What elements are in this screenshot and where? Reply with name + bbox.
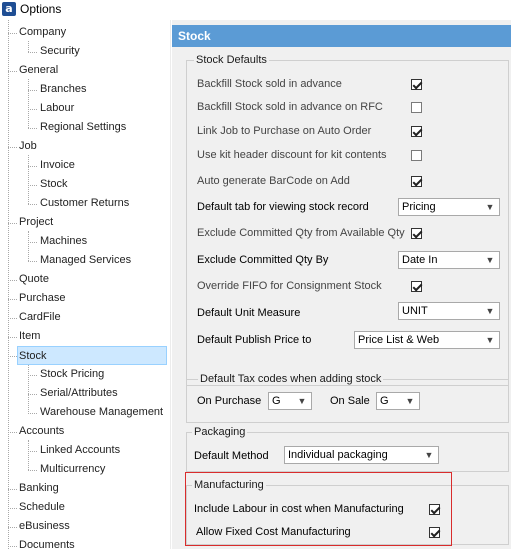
default-method-label: Default Method: [194, 450, 269, 462]
link-job-checkbox[interactable]: [411, 126, 422, 137]
tree-item-labour[interactable]: Labour: [40, 99, 74, 118]
panel-header: Stock: [172, 25, 511, 47]
backfill-checkbox[interactable]: [411, 79, 422, 90]
backfill-label: Backfill Stock sold in advance: [197, 78, 342, 90]
chevron-down-icon: ▼: [405, 396, 415, 406]
tree-item-schedule[interactable]: Schedule: [19, 498, 65, 517]
tree-item-security[interactable]: Security: [40, 42, 80, 61]
backfill-rfc-checkbox[interactable]: [411, 102, 422, 113]
tree-item-item[interactable]: Item: [19, 327, 40, 346]
tree-item-stock[interactable]: Stock: [17, 346, 167, 365]
override-fifo-label: Override FIFO for Consignment Stock: [197, 280, 382, 292]
tree-item-customer-returns[interactable]: Customer Returns: [40, 194, 129, 213]
on-sale-dropdown[interactable]: G ▼: [376, 392, 420, 410]
backfill-rfc-label: Backfill Stock sold in advance on RFC: [197, 101, 383, 113]
publish-price-label: Default Publish Price to: [197, 334, 312, 346]
tree-item-documents[interactable]: Documents: [19, 536, 75, 549]
tree-item-quote[interactable]: Quote: [19, 270, 49, 289]
default-method-dropdown[interactable]: Individual packaging ▼: [284, 446, 439, 464]
tree-item-accounts[interactable]: Accounts: [19, 422, 64, 441]
tree-item-invoice[interactable]: Invoice: [40, 156, 75, 175]
tax-codes-title: Default Tax codes when adding stock: [198, 373, 384, 385]
exclude-committed-checkbox[interactable]: [411, 228, 422, 239]
tree-item-purchase[interactable]: Purchase: [19, 289, 65, 308]
tree-item-stock-pricing[interactable]: Stock Pricing: [40, 365, 104, 384]
on-purchase-dropdown[interactable]: G ▼: [268, 392, 312, 410]
settings-panel: Stock Stock Defaults Backfill Stock sold…: [172, 20, 511, 549]
tree-item-branches[interactable]: Branches: [40, 80, 86, 99]
on-sale-label: On Sale: [330, 395, 370, 407]
tree-item-banking[interactable]: Banking: [19, 479, 59, 498]
chevron-down-icon: ▼: [424, 450, 434, 460]
tree-item-serial-attributes[interactable]: Serial/Attributes: [40, 384, 118, 403]
exclude-by-label: Exclude Committed Qty By: [197, 254, 329, 266]
exclude-committed-label: Exclude Committed Qty from Available Qty: [197, 227, 405, 239]
manufacturing-highlight-box: [185, 472, 452, 546]
tree-item-job[interactable]: Job: [19, 137, 37, 156]
packaging-title: Packaging: [192, 426, 248, 438]
default-tab-dropdown[interactable]: Pricing ▼: [398, 198, 500, 216]
tree-item-regional-settings[interactable]: Regional Settings: [40, 118, 126, 137]
tree-item-machines[interactable]: Machines: [40, 232, 87, 251]
unit-measure-label: Default Unit Measure: [197, 307, 301, 319]
window-title: Options: [20, 2, 62, 16]
link-job-label: Link Job to Purchase on Auto Order: [197, 125, 372, 137]
on-purchase-label: On Purchase: [197, 395, 262, 407]
chevron-down-icon: ▼: [485, 202, 495, 212]
tree-item-linked-accounts[interactable]: Linked Accounts: [40, 441, 120, 460]
tree-item-project[interactable]: Project: [19, 213, 53, 232]
auto-barcode-checkbox[interactable]: [411, 176, 422, 187]
tree-item-cardfile[interactable]: CardFile: [19, 308, 61, 327]
tree-item-job-stock[interactable]: Stock: [40, 175, 68, 194]
tree-item-general[interactable]: General: [19, 61, 58, 80]
kit-header-checkbox[interactable]: [411, 150, 422, 161]
chevron-down-icon: ▼: [485, 335, 495, 345]
exclude-by-dropdown[interactable]: Date In ▼: [398, 251, 500, 269]
chevron-down-icon: ▼: [485, 306, 495, 316]
tree-item-ebusiness[interactable]: eBusiness: [19, 517, 70, 536]
tree-item-multicurrency[interactable]: Multicurrency: [40, 460, 105, 479]
tree-item-managed-services[interactable]: Managed Services: [40, 251, 131, 270]
chevron-down-icon: ▼: [297, 396, 307, 406]
unit-measure-dropdown[interactable]: UNIT ▼: [398, 302, 500, 320]
tree-item-company[interactable]: Company: [19, 23, 66, 42]
stock-defaults-title: Stock Defaults: [194, 54, 269, 66]
tree-item-warehouse-management[interactable]: Warehouse Management: [40, 403, 163, 422]
title-bar: a Options: [0, 0, 511, 19]
app-logo-icon: a: [2, 2, 16, 16]
publish-price-dropdown[interactable]: Price List & Web ▼: [354, 331, 500, 349]
options-tree[interactable]: Company Security General Branches Labour…: [0, 20, 171, 549]
kit-header-label: Use kit header discount for kit contents: [197, 149, 387, 161]
override-fifo-checkbox[interactable]: [411, 281, 422, 292]
auto-barcode-label: Auto generate BarCode on Add: [197, 175, 350, 187]
default-tab-label: Default tab for viewing stock record: [197, 201, 369, 213]
chevron-down-icon: ▼: [485, 255, 495, 265]
